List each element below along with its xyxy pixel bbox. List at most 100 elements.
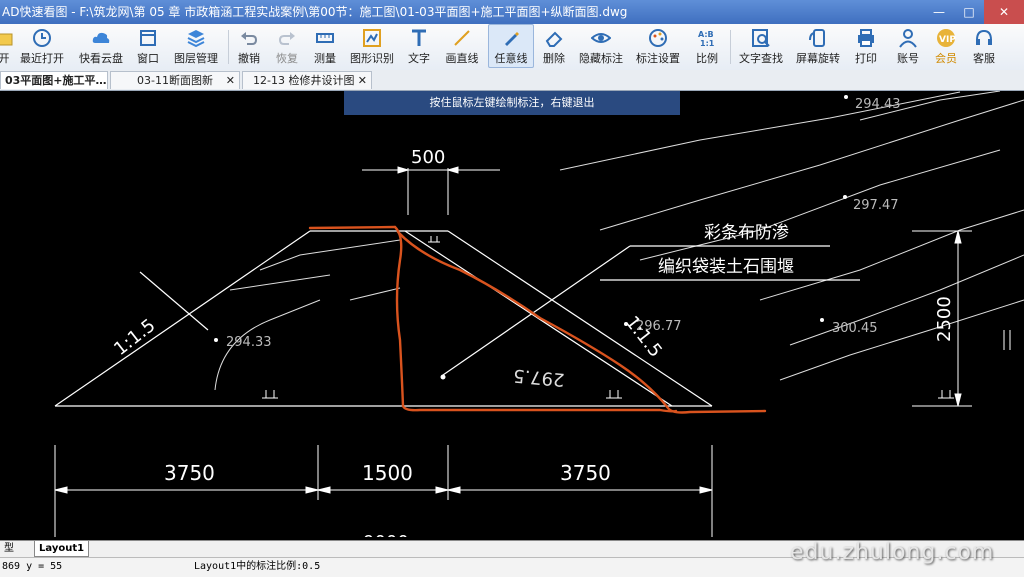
dimension-arrow	[305, 486, 319, 494]
text-search-button[interactable]: 文字查找	[738, 25, 784, 67]
svg-text:VIP: VIP	[939, 35, 956, 45]
tab-plan-drawing-label: 03平面图+施工平…	[5, 74, 107, 87]
undo-icon	[239, 28, 259, 48]
text-button[interactable]: 文字	[404, 25, 434, 67]
vip-button[interactable]: VIP 会员	[932, 25, 960, 67]
screen-rotate-button[interactable]: 屏幕旋转	[794, 25, 842, 67]
markup-crest-stroke	[308, 225, 397, 230]
ground-symbol	[262, 390, 278, 399]
open-label: 开	[0, 52, 10, 65]
dimension-arrow	[447, 486, 461, 494]
drawing-canvas[interactable]: 294.33 296.77 300.45 297.47 294.43 297.5…	[0, 91, 1024, 537]
top-dimension-text: 500	[411, 147, 445, 168]
tab-model[interactable]: 型	[0, 541, 18, 556]
draw-hint-banner: 按住鼠标左键绘制标注，右键退出	[344, 91, 680, 115]
contour-line	[779, 299, 1024, 381]
pencil-icon	[501, 28, 521, 48]
tab-manhole-design[interactable]: 12-13 检修井设计图 ✕	[242, 71, 372, 89]
toolbar-divider	[228, 30, 229, 64]
window-button[interactable]: 窗口	[134, 25, 162, 67]
close-button[interactable]: ✕	[984, 0, 1024, 24]
scale-button[interactable]: A:B 1:1 比例	[690, 25, 724, 67]
ruler-icon	[315, 28, 335, 48]
measure-button[interactable]: 测量	[310, 25, 340, 67]
support-label: 客服	[973, 52, 995, 65]
elevation-label: 297.47	[853, 198, 899, 213]
bottom-total-dimension-text: 9000	[363, 532, 409, 537]
open-button[interactable]: 开	[0, 25, 14, 67]
hide-annotations-label: 隐藏标注	[579, 52, 623, 65]
window-label: 窗口	[137, 52, 159, 65]
close-tab-icon[interactable]: ✕	[358, 72, 367, 89]
cloud-label: 快看云盘	[79, 52, 123, 65]
close-tab-icon[interactable]: ✕	[226, 72, 235, 89]
annotation-settings-button[interactable]: 标注设置	[634, 25, 682, 67]
elevation-point	[214, 338, 218, 342]
cursor-coordinates: 869 y = 55	[2, 561, 63, 572]
cad-drawing[interactable]: 294.33 296.77 300.45 297.47 294.43 297.5…	[0, 91, 1024, 537]
elevation-label: 300.45	[832, 321, 878, 336]
bottom-dimension-mid-text: 1500	[362, 461, 413, 485]
freehand-line-button[interactable]: 任意线	[488, 24, 534, 68]
cloud-icon	[91, 28, 111, 48]
text-label: 文字	[408, 52, 430, 65]
dimension-arrow	[317, 486, 331, 494]
tab-manhole-design-label: 12-13 检修井设计图	[253, 74, 355, 87]
account-label: 账号	[897, 52, 919, 65]
freehand-line-label: 任意线	[494, 52, 528, 65]
contour-line	[349, 287, 401, 301]
shape-recognize-button[interactable]: 图形识别	[348, 25, 396, 67]
annotation-scale-status: Layout1中的标注比例:0.5	[194, 561, 321, 572]
eye-icon	[590, 28, 612, 48]
maximize-button[interactable]: □	[954, 0, 984, 24]
contour-line	[259, 239, 401, 271]
draw-line-label: 画直线	[445, 52, 479, 65]
shape-recognize-label: 图形识别	[350, 52, 394, 65]
svg-text:A:B: A:B	[698, 30, 714, 39]
cloth-seepage-label: 彩条布防渗	[704, 223, 789, 243]
scale-icon: A:B 1:1	[697, 28, 717, 48]
undo-button[interactable]: 撤销	[234, 25, 264, 67]
hide-annotations-button[interactable]: 隐藏标注	[578, 25, 624, 67]
minimize-button[interactable]: —	[924, 0, 954, 24]
rotated-value-label: 297.5	[512, 365, 565, 390]
dimension-arrow	[54, 486, 68, 494]
redo-icon	[277, 28, 297, 48]
tab-layout1[interactable]: Layout1	[34, 541, 90, 557]
dimension-arrow	[435, 486, 449, 494]
redo-label: 恢复	[276, 52, 298, 65]
svg-text:1:1: 1:1	[700, 39, 715, 48]
printer-icon	[856, 28, 876, 48]
elevation-label: 294.43	[855, 97, 901, 112]
erase-button[interactable]: 删除	[538, 25, 570, 67]
left-slope-label: 1:1.5	[110, 315, 159, 360]
top-dimension	[362, 166, 500, 215]
vip-icon: VIP	[936, 28, 956, 48]
window-controls: — □ ✕	[924, 0, 1024, 24]
contour-line	[639, 149, 1001, 261]
dimension-arrow	[954, 230, 962, 244]
screen-rotate-label: 屏幕旋转	[796, 52, 840, 65]
account-button[interactable]: 账号	[894, 25, 922, 67]
redo-button[interactable]: 恢复	[272, 25, 302, 67]
layers-button[interactable]: 图层管理	[172, 25, 220, 67]
cloud-button[interactable]: 快看云盘	[76, 25, 126, 67]
tab-plan-drawing[interactable]: 03平面图+施工平…	[0, 71, 108, 89]
palette-icon	[648, 28, 668, 48]
user-icon	[898, 28, 918, 48]
watermark-text: edu.zhulong.com	[790, 540, 995, 565]
layers-label: 图层管理	[174, 52, 218, 65]
draw-line-button[interactable]: 画直线	[444, 25, 480, 67]
tab-section-drawing[interactable]: 03-11断面图新 ✕	[110, 71, 240, 89]
bottom-dimensions	[54, 445, 713, 537]
recent-button[interactable]: 最近打开	[18, 25, 66, 67]
ground-symbol	[938, 390, 954, 399]
elevation-point	[843, 195, 847, 199]
ground-symbol	[428, 236, 440, 243]
shape-recognize-icon	[362, 28, 382, 48]
support-button[interactable]: 客服	[970, 25, 998, 67]
leader-line	[442, 245, 631, 376]
print-button[interactable]: 打印	[852, 25, 880, 67]
print-label: 打印	[855, 52, 877, 65]
rotate-icon	[808, 28, 828, 48]
